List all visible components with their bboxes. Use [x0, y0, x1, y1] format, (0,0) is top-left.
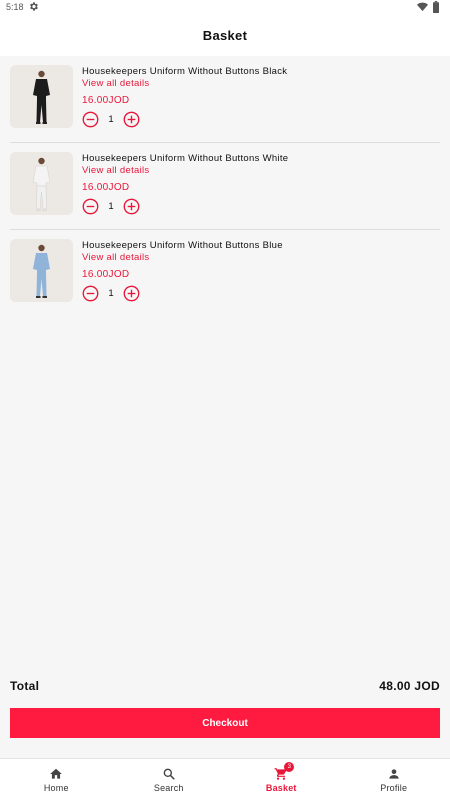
bottom-nav: Home Search 3 Basket Profile	[0, 758, 450, 800]
quantity-stepper: 1	[82, 284, 283, 302]
product-image[interactable]	[10, 152, 73, 215]
product-name[interactable]: Housekeepers Uniform Without Buttons Bla…	[82, 66, 287, 78]
basket-item: Housekeepers Uniform Without Buttons Bla…	[10, 56, 440, 143]
quantity-value: 1	[108, 287, 114, 299]
product-price: 16.00JOD	[82, 95, 130, 106]
status-time: 5:18	[6, 2, 24, 12]
product-price: 16.00JOD	[82, 182, 130, 193]
minus-circle-icon[interactable]	[82, 111, 99, 128]
product-image[interactable]	[10, 65, 73, 128]
page-title: Basket	[202, 27, 248, 43]
nav-item-basket[interactable]: 3 Basket	[225, 759, 338, 800]
gear-icon	[30, 2, 38, 11]
product-name[interactable]: Housekeepers Uniform Without Buttons Blu…	[82, 240, 283, 252]
product-image[interactable]	[10, 239, 73, 302]
battery-icon	[433, 1, 439, 13]
view-details-link[interactable]: View all details	[82, 78, 287, 90]
basket-item: Housekeepers Uniform Without Buttons Whi…	[10, 143, 440, 230]
view-details-link[interactable]: View all details	[82, 252, 283, 264]
nav-label: Search	[153, 783, 184, 793]
wifi-icon	[417, 2, 428, 12]
quantity-stepper: 1	[82, 110, 287, 128]
product-name[interactable]: Housekeepers Uniform Without Buttons Whi…	[82, 153, 288, 165]
person-icon	[389, 769, 399, 779]
nav-label: Basket	[265, 783, 297, 793]
quantity-value: 1	[108, 113, 114, 125]
nav-label: Profile	[380, 783, 408, 793]
plus-circle-icon[interactable]	[123, 285, 140, 302]
total-label: Total	[10, 679, 40, 693]
checkout-button[interactable]: Checkout	[10, 708, 440, 738]
basket-item: Housekeepers Uniform Without Buttons Blu…	[10, 230, 440, 317]
status-bar: 5:18	[0, 0, 450, 14]
basket-list: Housekeepers Uniform Without Buttons Bla…	[0, 56, 450, 317]
quantity-value: 1	[108, 200, 114, 212]
minus-circle-icon[interactable]	[82, 198, 99, 215]
total-value: 48.00 JOD	[379, 679, 440, 693]
search-icon	[163, 768, 175, 780]
app-bar: Basket	[0, 14, 450, 56]
plus-circle-icon[interactable]	[123, 198, 140, 215]
total-row: Total 48.00 JOD	[10, 678, 440, 694]
home-icon	[50, 768, 63, 779]
view-details-link[interactable]: View all details	[82, 165, 288, 177]
nav-item-home[interactable]: Home	[0, 759, 113, 800]
plus-circle-icon[interactable]	[123, 111, 140, 128]
nav-item-profile[interactable]: Profile	[338, 759, 450, 800]
quantity-stepper: 1	[82, 197, 288, 215]
basket-count-badge: 3	[284, 762, 295, 772]
product-price: 16.00JOD	[82, 269, 130, 280]
nav-item-search[interactable]: Search	[113, 759, 226, 800]
minus-circle-icon[interactable]	[82, 285, 99, 302]
nav-label: Home	[43, 783, 69, 793]
